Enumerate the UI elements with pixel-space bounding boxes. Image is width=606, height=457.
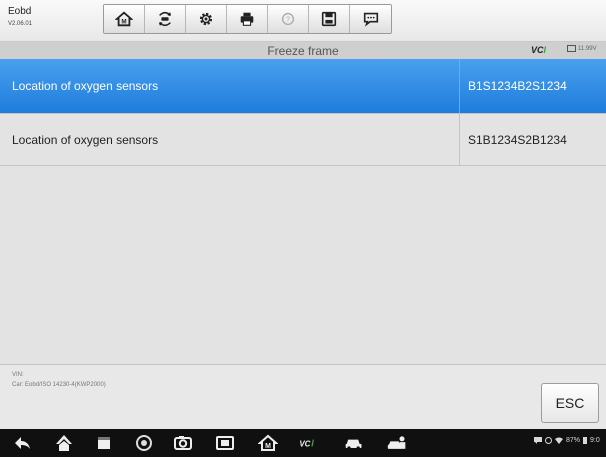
help-button[interactable]: ? bbox=[268, 5, 309, 33]
battery-icon bbox=[583, 437, 588, 444]
settings-gear-icon bbox=[199, 12, 213, 26]
toolbar-buttons: M ? bbox=[103, 4, 392, 34]
car-button[interactable] bbox=[340, 433, 368, 453]
home-button[interactable]: M bbox=[104, 5, 145, 33]
vci-prefix: VC bbox=[531, 45, 544, 55]
vin-label: VIN: bbox=[12, 372, 24, 378]
freeze-frame-list: Location of oxygen sensors B1S1234B2S123… bbox=[0, 59, 606, 364]
vci-button[interactable]: VC bbox=[293, 433, 323, 453]
message-icon bbox=[363, 12, 378, 27]
message-icon bbox=[534, 437, 542, 444]
title-bar: Freeze frame VCI 11.99V bbox=[0, 42, 606, 59]
vci-icon: VC bbox=[299, 439, 314, 448]
vci-suffix: I bbox=[543, 45, 547, 55]
home-icon: M bbox=[115, 11, 133, 27]
clock: 9:0 bbox=[590, 437, 600, 444]
back-icon bbox=[15, 437, 30, 449]
recent-apps-button[interactable] bbox=[92, 433, 116, 453]
vehicle-swap-button[interactable] bbox=[145, 5, 186, 33]
app-version: V2.06.01 bbox=[8, 21, 33, 27]
chrome-icon bbox=[136, 435, 152, 451]
screen-record-icon bbox=[216, 436, 234, 450]
maxisys-home-icon: M bbox=[258, 434, 278, 451]
screen-record-button[interactable] bbox=[212, 433, 238, 453]
back-button[interactable] bbox=[10, 433, 34, 453]
print-icon bbox=[240, 12, 254, 26]
car-icon bbox=[345, 439, 362, 450]
save-button[interactable] bbox=[309, 5, 350, 33]
battery-icon bbox=[567, 45, 576, 52]
row-value: B1S1234B2S1234 bbox=[459, 59, 606, 113]
recent-apps-icon bbox=[98, 437, 110, 449]
svg-text:M: M bbox=[265, 443, 271, 450]
save-icon bbox=[321, 11, 337, 27]
vehicle-info-footer: VIN: Car: Eobd/ISO 14230-4(KWP2000) ESC bbox=[0, 364, 606, 429]
battery-indicator: 11.99V bbox=[567, 45, 597, 52]
help-icon: ? bbox=[281, 12, 295, 26]
system-navigation-bar: M VC 87% 9:0 bbox=[0, 429, 606, 457]
vci-indicator: VCI bbox=[531, 45, 546, 55]
svg-text:VC: VC bbox=[299, 439, 310, 448]
settings-button[interactable] bbox=[186, 5, 227, 33]
car-service-button[interactable] bbox=[382, 433, 412, 453]
alarm-icon bbox=[545, 437, 552, 444]
svg-text:?: ? bbox=[286, 15, 290, 24]
message-button[interactable] bbox=[350, 5, 391, 33]
home-nav-button[interactable] bbox=[52, 433, 76, 453]
row-value: S1B1234S2B1234 bbox=[459, 114, 606, 165]
camera-button[interactable] bbox=[170, 433, 196, 453]
app-title: Eobd bbox=[8, 6, 32, 17]
maxisys-home-button[interactable]: M bbox=[255, 433, 281, 453]
wifi-icon bbox=[555, 437, 563, 444]
battery-percent: 87% bbox=[566, 437, 581, 444]
battery-voltage: 11.99V bbox=[578, 45, 597, 52]
row-name: Location of oxygen sensors bbox=[12, 132, 159, 147]
vehicle-swap-icon bbox=[158, 11, 172, 27]
top-toolbar: Eobd V2.06.01 M ? bbox=[0, 0, 606, 42]
page-title: Freeze frame bbox=[267, 44, 339, 58]
camera-icon bbox=[174, 436, 192, 450]
print-button[interactable] bbox=[227, 5, 268, 33]
svg-text:M: M bbox=[121, 19, 126, 26]
table-row[interactable]: Location of oxygen sensors B1S1234B2S123… bbox=[0, 59, 606, 114]
row-name: Location of oxygen sensors bbox=[12, 79, 159, 93]
chrome-button[interactable] bbox=[132, 433, 156, 453]
status-bar: 87% 9:0 bbox=[534, 437, 600, 444]
car-service-icon bbox=[387, 436, 406, 449]
esc-button[interactable]: ESC bbox=[541, 383, 599, 423]
home-icon bbox=[56, 435, 72, 451]
table-row[interactable]: Location of oxygen sensors S1B1234S2B123… bbox=[0, 114, 606, 166]
car-protocol-label: Car: Eobd/ISO 14230-4(KWP2000) bbox=[12, 382, 106, 388]
